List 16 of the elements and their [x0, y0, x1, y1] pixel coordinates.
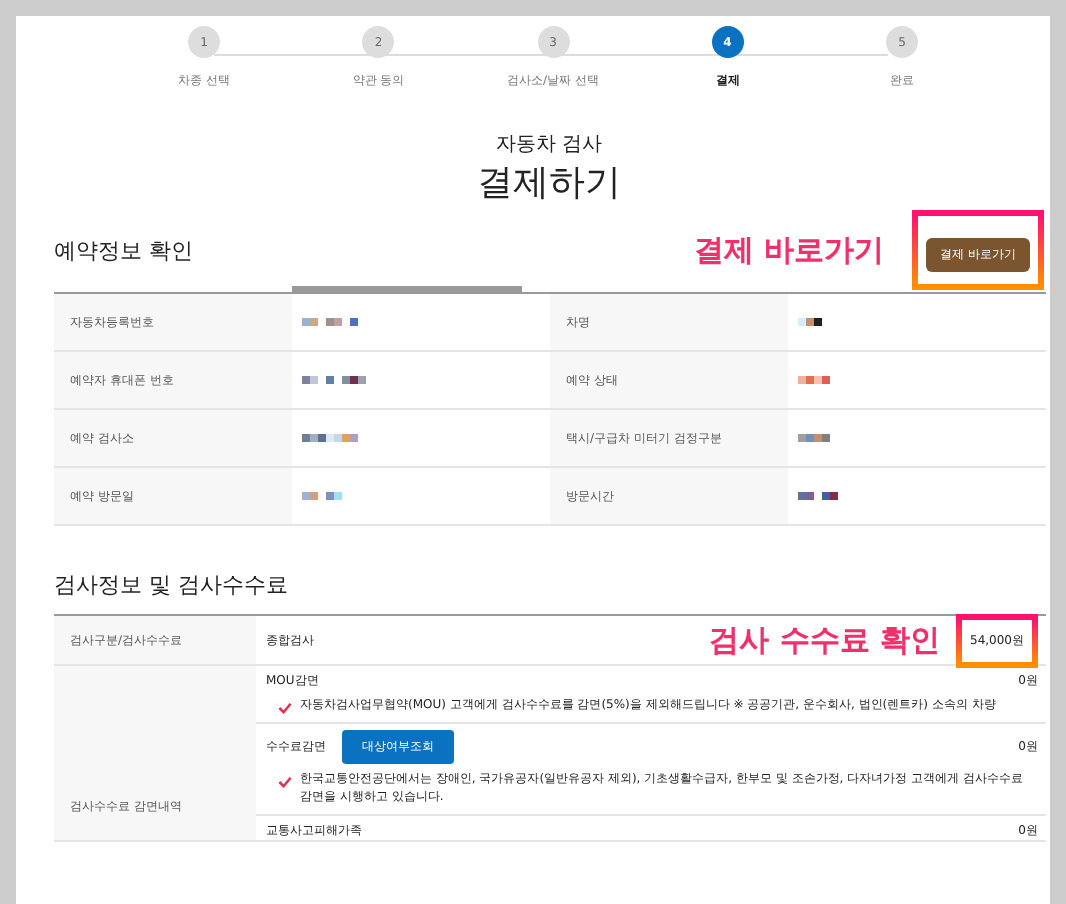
redacted-value — [302, 317, 359, 325]
redacted-value — [302, 433, 359, 441]
section-heading: 검사정보 및 검사수수료 — [54, 569, 290, 599]
redacted-value — [302, 491, 343, 499]
redacted-value — [798, 433, 831, 441]
redacted-value — [798, 491, 839, 499]
check-icon — [278, 776, 292, 789]
redacted-value — [798, 317, 823, 325]
annotation-text: 검사 수수료 확인 — [709, 621, 940, 659]
check-icon — [278, 702, 292, 714]
redacted-value — [302, 375, 367, 383]
redacted-value — [798, 375, 831, 383]
section-heading: 예약정보 확인 — [54, 235, 195, 265]
page-subtitle: 자동차 검사 — [493, 132, 605, 158]
page-title: 결제하기 — [475, 160, 623, 206]
annotation-text: 결제 바로가기 — [693, 231, 885, 269]
